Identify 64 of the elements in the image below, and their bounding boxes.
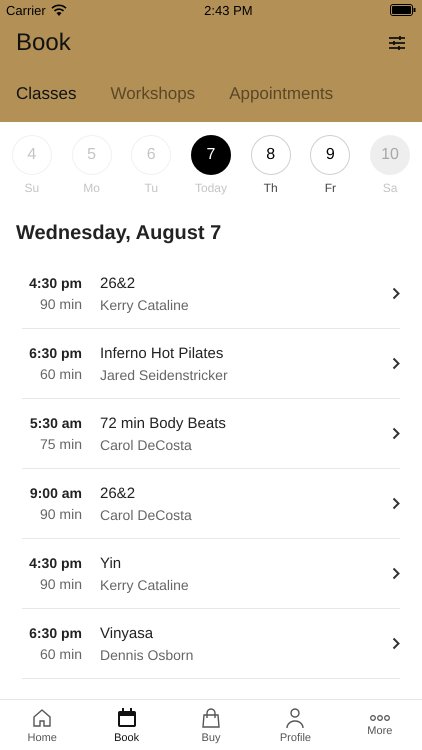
instructor-name: Jared Seidenstricker <box>100 366 229 382</box>
weekday-label: Tu <box>144 180 158 194</box>
calendar-icon <box>116 706 138 728</box>
class-time: 5:30 am <box>30 415 82 431</box>
chevron-right-icon <box>392 427 400 440</box>
instructor-name: Carol DeCosta <box>100 506 193 522</box>
chevron-right-icon <box>392 287 400 300</box>
class-name: 72 min Body Beats <box>100 414 227 432</box>
home-icon <box>31 706 54 728</box>
class-time: 4:30 pm <box>29 555 82 571</box>
battery-icon <box>390 4 416 16</box>
weekday-label: Today <box>194 180 227 194</box>
chevron-right-icon <box>392 357 400 370</box>
chevron-right-icon <box>392 637 400 650</box>
status-time: 2:43 PM <box>204 2 253 18</box>
class-name: Inferno Hot Pilates <box>100 344 224 362</box>
category-tab[interactable]: Classes <box>16 84 76 104</box>
class-row[interactable]: 6:30 pm 60 min Inferno Hot Pilates Jared Seidenstricker <box>22 329 400 399</box>
weekday-label: Mo <box>83 180 100 194</box>
tab-bar-item[interactable]: Profile <box>253 700 338 750</box>
instructor-name: Kerry Cataline <box>100 576 190 592</box>
weekday-label: Th <box>264 180 278 194</box>
class-time: 6:30 pm <box>29 345 82 361</box>
class-time: 6:30 pm <box>29 625 82 641</box>
class-name: Vinyasa <box>100 624 154 642</box>
class-duration: 60 min <box>40 366 82 382</box>
class-row[interactable]: 4:30 pm 90 min 26&2 Kerry Cataline <box>22 259 400 329</box>
class-name: Yin <box>100 554 122 572</box>
weekday-label: Su <box>24 180 40 194</box>
instructor-name: Kerry Cataline <box>100 296 190 312</box>
filter-icon[interactable] <box>388 35 406 51</box>
class-name: 26&2 <box>100 484 136 502</box>
tab-bar-item[interactable]: Book <box>84 700 169 750</box>
class-time: 4:30 pm <box>29 275 82 291</box>
tab-bar-item[interactable]: More <box>338 700 422 750</box>
instructor-name: Carol DeCosta <box>100 436 193 452</box>
class-row[interactable]: 5:30 am 75 min 72 min Body Beats Carol DeCosta <box>22 399 400 469</box>
class-row[interactable]: 4:30 pm 90 min Yin Kerry Cataline <box>22 539 400 609</box>
instructor-name: Dennis Osborn <box>100 646 194 662</box>
class-duration: 90 min <box>40 296 82 312</box>
class-row[interactable]: 9:00 am 90 min 26&2 Carol DeCosta <box>22 469 400 539</box>
bag-icon <box>200 706 222 728</box>
tab-bar-item[interactable]: Home <box>0 700 84 750</box>
weekday-label: Sa <box>382 180 398 194</box>
wifi-icon <box>50 4 67 16</box>
class-duration: 60 min <box>40 646 82 662</box>
class-duration: 90 min <box>40 506 82 522</box>
more-icon <box>368 714 391 722</box>
chevron-right-icon <box>392 567 400 580</box>
tab-bar-item[interactable]: Buy <box>168 700 254 750</box>
class-name: 26&2 <box>100 274 136 292</box>
class-duration: 90 min <box>40 576 82 592</box>
weekday-label: Fr <box>324 180 336 194</box>
date-button[interactable]: 8 <box>250 134 291 174</box>
date-button[interactable]: 7 <box>190 134 231 174</box>
date-button[interactable]: 9 <box>310 134 350 174</box>
date-heading: Wednesday, August 7 <box>15 220 222 246</box>
class-row[interactable]: 6:30 pm 60 min Vinyasa Dennis Osborn <box>22 609 400 679</box>
class-time: 9:00 am <box>30 485 82 501</box>
page-title: Book <box>16 29 71 57</box>
carrier-label: Carrier <box>6 2 46 18</box>
chevron-right-icon <box>392 497 400 510</box>
class-duration: 75 min <box>40 436 82 452</box>
person-icon <box>284 706 306 728</box>
